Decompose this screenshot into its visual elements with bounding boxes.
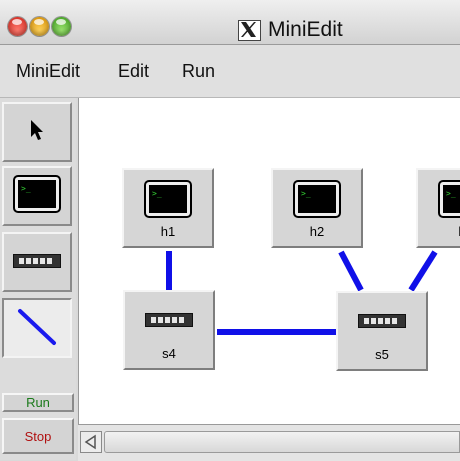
minimize-button[interactable]	[30, 17, 49, 36]
node-label: s4	[162, 346, 176, 361]
host-node-h1[interactable]: >_ h1	[122, 168, 214, 248]
menu-run[interactable]: Run	[182, 61, 215, 82]
host-node-h3[interactable]: >_ h	[416, 168, 460, 248]
zoom-button[interactable]	[52, 17, 71, 36]
svg-text:>_: >_	[301, 189, 311, 198]
window-title: MiniEdit	[268, 18, 343, 41]
scroll-track[interactable]	[104, 431, 460, 453]
toolbar: >_ Run Stop	[0, 98, 76, 460]
terminal-icon: >_	[438, 180, 460, 222]
triangle-left-icon	[81, 434, 101, 456]
menu-miniedit[interactable]: MiniEdit	[16, 61, 80, 82]
x11-icon	[238, 20, 261, 41]
svg-text:>_: >_	[446, 189, 456, 198]
stop-button[interactable]: Stop	[2, 418, 74, 454]
arrow-cursor-icon	[28, 118, 46, 146]
switch-tool-button[interactable]	[2, 232, 72, 292]
scroll-left-button[interactable]	[80, 431, 102, 453]
terminal-icon: >_	[13, 175, 61, 217]
host-tool-button[interactable]: >_	[2, 166, 72, 226]
menu-bar: MiniEdit Edit Run	[0, 45, 460, 98]
svg-text:>_: >_	[21, 184, 31, 193]
node-label: h2	[309, 224, 325, 239]
horizontal-scrollbar[interactable]	[78, 424, 460, 461]
terminal-icon: >_	[144, 180, 192, 222]
links-layer	[166, 250, 438, 335]
switch-node-s4[interactable]: s4	[123, 290, 215, 370]
terminal-icon: >_	[293, 180, 341, 222]
node-label: h	[418, 224, 460, 239]
switch-icon	[145, 312, 193, 331]
switch-icon	[13, 253, 61, 272]
title-bar: MiniEdit	[0, 0, 460, 45]
menu-edit[interactable]: Edit	[118, 61, 149, 82]
link-line-icon	[14, 303, 60, 353]
select-tool-button[interactable]	[2, 102, 72, 162]
run-button[interactable]: Run	[2, 393, 74, 412]
node-label: s5	[375, 347, 389, 362]
switch-node-s5[interactable]: s5	[336, 291, 428, 371]
svg-text:>_: >_	[152, 189, 162, 198]
switch-icon	[358, 313, 406, 332]
host-node-h2[interactable]: >_ h2	[271, 168, 363, 248]
close-button[interactable]	[8, 17, 27, 36]
node-label: h1	[160, 224, 176, 239]
link-tool-button[interactable]	[2, 298, 72, 358]
link-h3-s5[interactable]	[408, 250, 438, 292]
topology-canvas[interactable]: >_ h1 >_ h2 >_ h	[78, 98, 460, 424]
link-h2-s5[interactable]	[338, 250, 364, 292]
